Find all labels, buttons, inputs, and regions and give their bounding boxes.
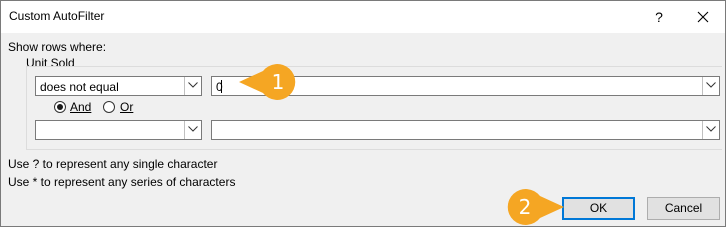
cancel-button[interactable]: Cancel [647,197,720,220]
step-callout-1: 1 [237,63,299,101]
or-radio-label[interactable]: Or [120,100,133,114]
operator-select-1[interactable]: does not equal [35,76,202,96]
step-callout-1-number: 1 [271,70,285,94]
chevron-down-icon[interactable] [702,121,719,139]
hint-series-characters: Use * to represent any series of charact… [8,175,236,189]
chevron-down-icon[interactable] [184,77,201,95]
dialog-title: Custom AutoFilter [9,9,105,23]
operator-select-2[interactable] [35,120,202,140]
step-callout-2: 2 [504,188,566,226]
and-radio[interactable] [54,101,66,113]
or-radio[interactable] [103,101,115,113]
chevron-down-icon[interactable] [184,121,201,139]
step-callout-2-number: 2 [518,195,532,219]
custom-autofilter-dialog: Custom AutoFilter ? Show rows where: Uni… [0,0,726,227]
hint-single-character: Use ? to represent any single character [8,157,218,171]
close-button[interactable] [691,6,715,28]
and-radio-label[interactable]: And [70,100,91,114]
ok-button[interactable]: OK [562,197,635,220]
show-rows-where-label: Show rows where: [8,40,107,54]
help-button[interactable]: ? [649,7,669,27]
chevron-down-icon[interactable] [702,77,719,95]
text-caret [221,80,222,93]
title-bar: Custom AutoFilter ? [1,1,725,33]
operator-select-1-value: does not equal [40,80,119,94]
close-icon [697,11,709,23]
radio-selected-dot [57,104,63,110]
value-combo-2[interactable] [211,120,720,140]
